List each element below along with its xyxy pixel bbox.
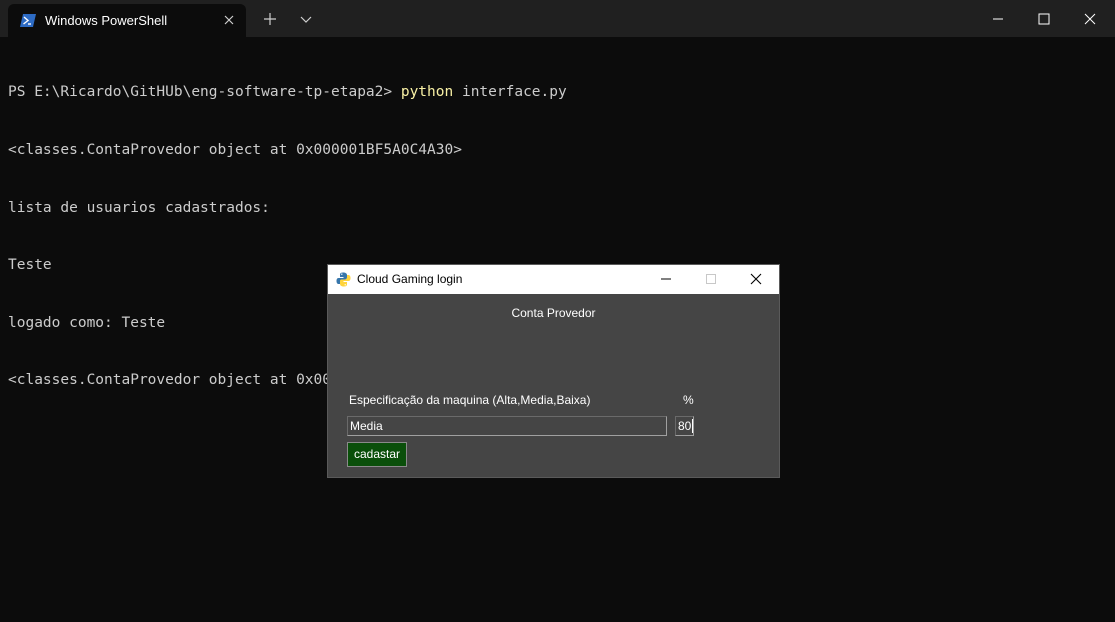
close-tab-icon[interactable]: [221, 12, 237, 28]
maximize-button[interactable]: [1021, 0, 1067, 37]
cadastrar-button[interactable]: cadastar: [347, 442, 407, 467]
close-icon: [750, 273, 762, 285]
powershell-icon: [20, 14, 36, 27]
maximize-icon: [706, 274, 716, 284]
machine-spec-label: Especificação da maquina (Alta,Media,Bai…: [349, 393, 591, 407]
dialog-titlebar[interactable]: Cloud Gaming login: [328, 265, 779, 294]
machine-spec-input[interactable]: [347, 416, 667, 436]
new-tab-plus-icon[interactable]: [262, 11, 278, 27]
maximize-icon: [1038, 13, 1050, 25]
minimize-button[interactable]: [975, 0, 1021, 37]
prompt-text: PS E:\Ricardo\GitHUb\eng-software-tp-eta…: [8, 84, 401, 101]
console-line: <classes.ContaProvedor object at 0x00000…: [8, 142, 462, 158]
dialog-minimize-button[interactable]: [644, 265, 689, 294]
text-caret: [692, 419, 693, 433]
console-line: lista de usuarios cadastrados:: [8, 199, 270, 216]
cloud-gaming-login-window: Cloud Gaming login Conta Provedor Especi…: [327, 264, 780, 478]
tab-title: Windows PowerShell: [45, 13, 168, 28]
minimize-icon: [993, 18, 1003, 20]
close-icon: [1084, 13, 1096, 25]
percent-label: %: [683, 393, 694, 407]
command-args-text: interface.py: [453, 84, 567, 101]
command-text: python: [400, 84, 454, 101]
chevron-down-icon[interactable]: [298, 13, 314, 25]
dialog-heading: Conta Provedor: [511, 306, 596, 320]
dialog-title: Cloud Gaming login: [357, 272, 463, 286]
minimize-icon: [661, 278, 671, 280]
python-icon: [336, 272, 351, 287]
console-line-command: PS E:\Ricardo\GitHUb\eng-software-tp-eta…: [8, 83, 1108, 102]
terminal-titlebar: Windows PowerShell: [0, 0, 1115, 37]
dialog-maximize-button: [689, 265, 734, 294]
dialog-close-button[interactable]: [734, 265, 779, 294]
close-button[interactable]: [1067, 0, 1113, 37]
tab-windows-powershell[interactable]: Windows PowerShell: [8, 4, 246, 37]
